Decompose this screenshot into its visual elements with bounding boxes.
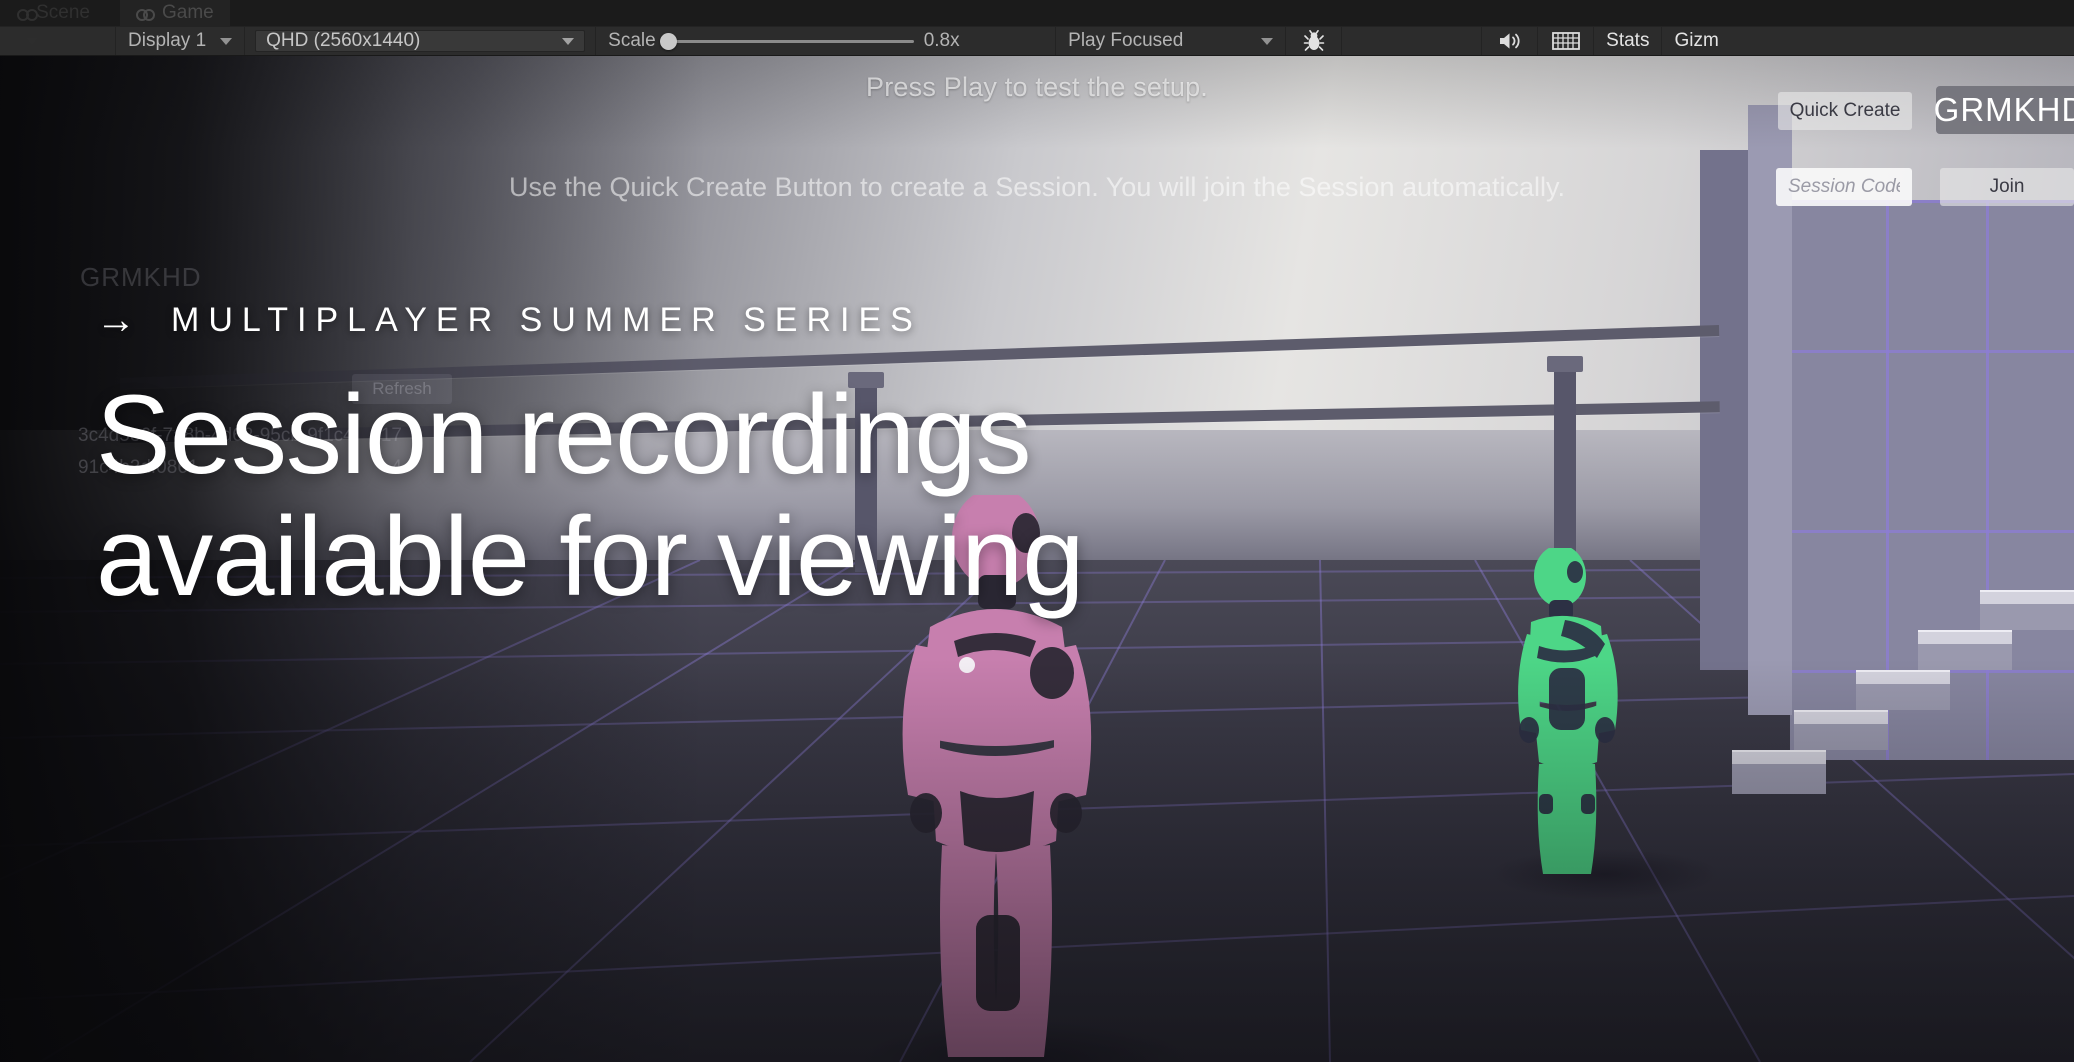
session-list-title: GRMKHD <box>80 262 202 292</box>
promo-eyebrow: → MULTIPLAYER SUMMER SERIES <box>96 300 1084 340</box>
chevron-down-icon <box>562 37 575 45</box>
unity-game-view-toolbar: Scene Game Display 1 QHD (2560x1440) Sca… <box>0 0 2074 56</box>
quick-create-button[interactable]: Quick Create <box>1778 92 1912 130</box>
tab-game-label: Game <box>162 2 214 23</box>
hint-text-primary: Press Play to test the setup. <box>866 72 1208 102</box>
stats-toggle-button[interactable]: Stats <box>1594 27 1663 55</box>
session-code-badge: GRMKHD <box>1934 86 2074 134</box>
resolution-select[interactable]: QHD (2560x1440) <box>245 27 597 55</box>
gizmos-toggle-button[interactable]: Gizm <box>1662 27 1730 55</box>
game-controller-icon <box>136 8 155 21</box>
tab-game[interactable]: Game <box>120 0 230 26</box>
keyboard-grid-icon <box>1551 32 1580 50</box>
debug-toggle-button[interactable] <box>1286 27 1343 55</box>
play-mode-select[interactable]: Play Focused <box>1056 27 1287 55</box>
session-code-input[interactable] <box>1776 168 1912 206</box>
scale-slider[interactable]: Scale 0.8x <box>596 27 1057 55</box>
input-debugger-button[interactable] <box>1538 27 1595 55</box>
hint-text-secondary: Use the Quick Create Button to create a … <box>508 172 1566 202</box>
toolbar-spacer <box>1342 27 1483 55</box>
scene-rail-cap <box>1547 356 1583 372</box>
scale-label: Scale <box>608 30 656 51</box>
chevron-down-icon <box>220 37 233 45</box>
promo-overlay: → MULTIPLAYER SUMMER SERIES Session reco… <box>96 300 1085 620</box>
stats-label: Stats <box>1606 30 1650 51</box>
promo-eyebrow-label: MULTIPLAYER SUMMER SERIES <box>171 300 922 339</box>
scale-value: 0.8x <box>923 30 960 51</box>
aspect-spacer <box>0 27 116 55</box>
join-button[interactable]: Join <box>1940 168 2074 206</box>
promo-headline-line-1: Session recordings <box>96 372 1031 497</box>
scale-slider-knob[interactable] <box>659 32 677 50</box>
promo-headline-line-2: available for viewing <box>96 494 1085 620</box>
bug-icon <box>1303 30 1324 51</box>
display-select-label: Display 1 <box>128 30 207 51</box>
chevron-down-icon <box>1261 37 1274 45</box>
display-select[interactable]: Display 1 <box>116 27 246 55</box>
speaker-icon <box>1499 33 1520 49</box>
scene-rail-post <box>1554 368 1576 568</box>
scene-stairs <box>1700 590 2074 830</box>
editor-tab-row: Scene Game <box>0 0 2074 26</box>
play-mode-label: Play Focused <box>1068 30 1184 51</box>
character-green[interactable] <box>1505 548 1645 878</box>
scale-slider-track[interactable] <box>659 32 914 50</box>
chevron-down-icon <box>26 37 38 45</box>
resolution-select-label: QHD (2560x1440) <box>266 30 421 51</box>
scene-icon <box>16 8 39 21</box>
tab-scene[interactable]: Scene <box>10 0 106 26</box>
gizmos-label: Gizm <box>1674 30 1719 51</box>
promo-headline: Session recordings available for viewing <box>96 372 1085 620</box>
game-view-window: Press Play to test the setup. Use the Qu… <box>0 0 2074 1062</box>
game-view-control-row: Display 1 QHD (2560x1440) Scale 0.8x Pla… <box>0 26 2074 56</box>
tab-scene-label: Scene <box>36 2 90 23</box>
mute-audio-button[interactable] <box>1482 27 1539 55</box>
arrow-right-icon: → <box>96 298 145 342</box>
